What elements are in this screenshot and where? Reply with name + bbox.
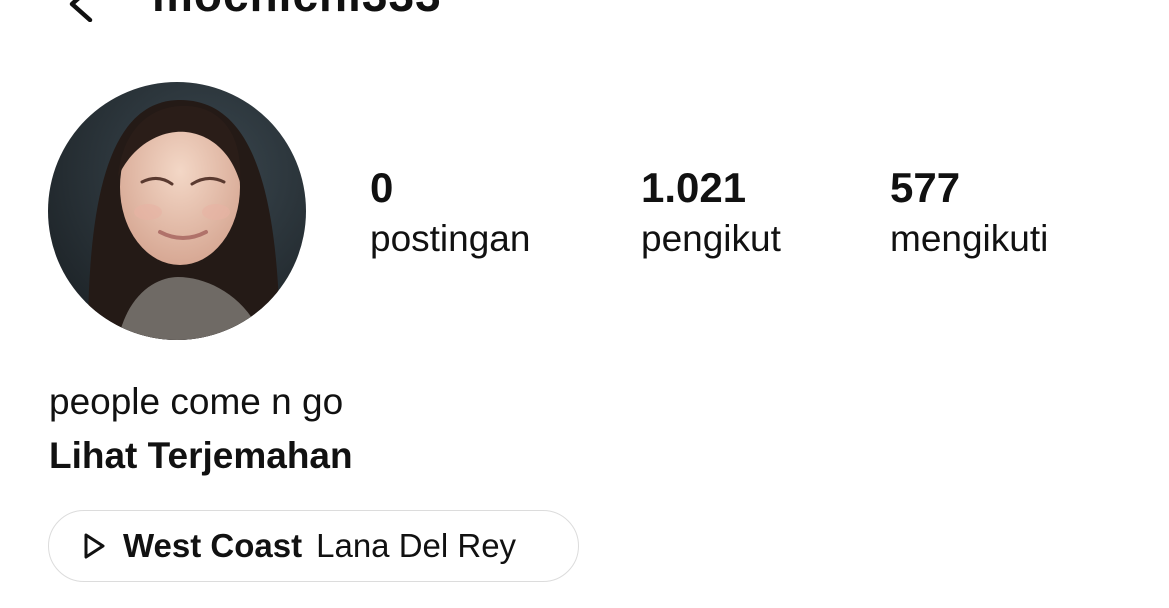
song-title: West Coast [123,527,303,564]
posts-label: postingan [370,218,531,259]
following-stat[interactable]: 577 mengikuti [890,165,1048,261]
following-label: mengikuti [890,218,1049,259]
play-icon [84,533,105,559]
top-bar: mochichi333 [0,0,1169,22]
followers-label: pengikut [641,218,781,259]
posts-stat[interactable]: 0 postingan [370,165,530,261]
avatar[interactable] [48,82,306,340]
profile-music-button[interactable]: West Coast Lana Del Rey [48,510,579,582]
chevron-left-icon [69,0,93,22]
followers-count: 1.021 [641,164,747,211]
followers-stat[interactable]: 1.021 pengikut [641,165,781,261]
profile-username: mochichi333 [152,0,442,18]
profile-photo [48,82,306,340]
song-artist: Lana Del Rey [316,527,517,564]
following-count: 577 [890,164,961,211]
bio-text: people come n go [49,381,344,422]
back-button[interactable] [60,0,100,22]
posts-count: 0 [370,164,394,211]
see-translation-link[interactable]: Lihat Terjemahan [49,433,353,479]
profile-page: mochichi333 [0,0,1169,608]
